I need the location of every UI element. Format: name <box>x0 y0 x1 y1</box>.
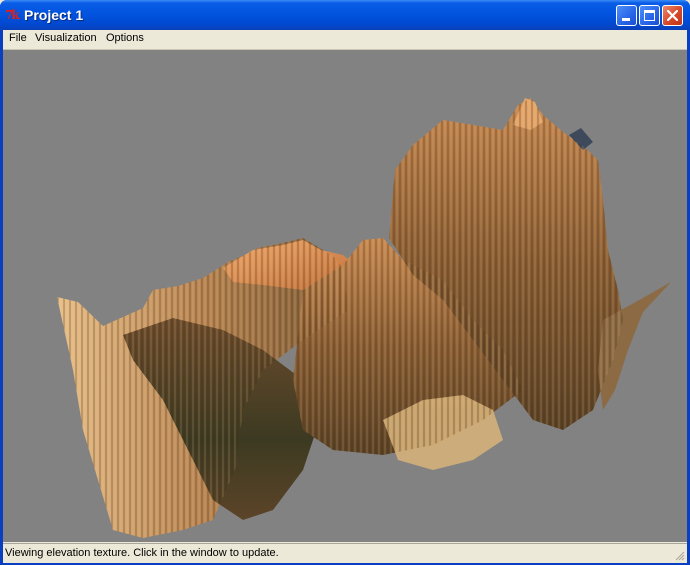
minimize-icon <box>622 18 630 21</box>
title-bar[interactable]: 7k Project 1 <box>0 0 690 30</box>
maximize-icon <box>644 10 655 21</box>
terrain-render <box>57 98 671 538</box>
status-bar: Viewing elevation texture. Click in the … <box>3 543 687 563</box>
minimize-button[interactable] <box>616 5 637 26</box>
render-viewport[interactable] <box>3 50 687 542</box>
close-icon <box>667 10 678 21</box>
resize-grip-icon[interactable] <box>674 550 685 561</box>
menu-visualization[interactable]: Visualization <box>33 32 99 44</box>
menu-bar: File Visualization Options <box>3 30 687 50</box>
menu-file[interactable]: File <box>7 32 29 44</box>
window-title: Project 1 <box>24 7 84 23</box>
app-window: 7k Project 1 File Visualization Options <box>0 0 690 565</box>
menu-options[interactable]: Options <box>104 32 146 44</box>
app-icon: 7k <box>5 8 20 22</box>
status-text: Viewing elevation texture. Click in the … <box>5 547 279 559</box>
window-client-area: File Visualization Options Viewing eleva… <box>3 30 687 563</box>
maximize-button[interactable] <box>639 5 660 26</box>
close-button[interactable] <box>662 5 683 26</box>
